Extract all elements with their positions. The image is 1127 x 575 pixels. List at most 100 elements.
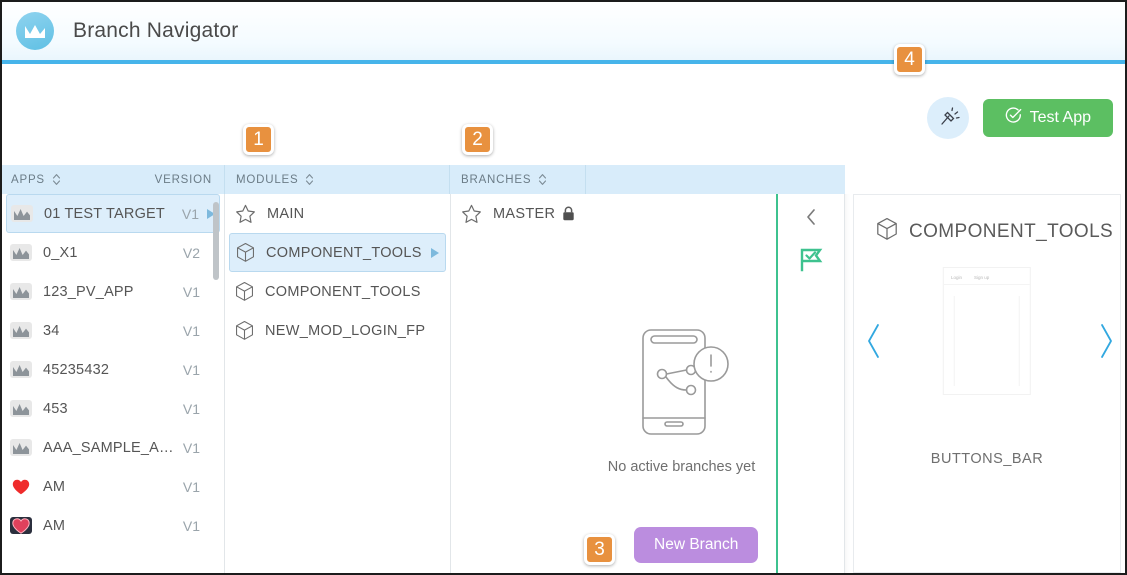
- app-version: V1: [182, 322, 200, 339]
- screen-thumbnail[interactable]: Login Sign up: [943, 267, 1031, 395]
- callout-badge-4: 4: [894, 44, 925, 75]
- module-row[interactable]: NEW_MOD_LOGIN_FP: [225, 311, 450, 350]
- preview-screen-label: BUTTONS_BAR: [930, 451, 1044, 467]
- app-version: V1: [182, 439, 200, 456]
- app-thumb-icon: [10, 361, 32, 378]
- app-thumb-icon: [10, 322, 32, 339]
- sort-updown-icon[interactable]: [305, 173, 314, 186]
- page-title: Branch Navigator: [73, 19, 239, 42]
- app-thumb-icon: [10, 283, 32, 300]
- lock-icon: [562, 206, 575, 221]
- app-name: AM: [43, 478, 66, 495]
- star-icon: [235, 204, 256, 224]
- preview-panel: COMPONENT_TOOLS Login Sign up BUTTONS_BA…: [844, 194, 1125, 573]
- module-name: COMPONENT_TOOLS: [266, 244, 422, 261]
- heart-dark-icon: [10, 517, 32, 534]
- app-row[interactable]: AM V1: [2, 506, 224, 545]
- column-header-apps[interactable]: APPS VERSION: [2, 165, 224, 194]
- modules-column: MAIN COMPONENT_TOOLS COMPONENT_TOOLS NEW_MO…: [224, 194, 450, 573]
- branches-header-label: BRANCHES: [461, 173, 532, 186]
- column-header-modules[interactable]: MODULES: [224, 165, 449, 194]
- module-row[interactable]: COMPONENT_TOOLS: [225, 272, 450, 311]
- module-name: NEW_MOD_LOGIN_FP: [265, 322, 426, 339]
- app-row[interactable]: AAA_SAMPLE_APP V1: [2, 428, 224, 467]
- module-row[interactable]: MAIN: [225, 194, 450, 233]
- side-strip: [776, 194, 844, 573]
- column-header-spacer: [585, 165, 845, 194]
- cube-icon: [236, 242, 255, 263]
- apps-list: 01 TEST TARGET V1 0_X1 V2 123_PV_APP V1 34 V1 45…: [2, 194, 224, 545]
- test-app-button[interactable]: Test App: [982, 99, 1113, 137]
- callout-badge-3: 3: [584, 534, 615, 565]
- preview-screen-thumb[interactable]: Login Sign up BUTTONS_BAR: [931, 267, 1043, 467]
- apps-column: 01 TEST TARGET V1 0_X1 V2 123_PV_APP V1 34 V1 45…: [2, 194, 224, 573]
- modules-list: MAIN COMPONENT_TOOLS COMPONENT_TOOLS NEW_MO…: [225, 194, 450, 350]
- app-header: Branch Navigator: [2, 2, 1125, 60]
- cube-icon: [235, 281, 254, 302]
- check-circle-icon: [1005, 107, 1022, 129]
- app-name: AAA_SAMPLE_APP: [43, 439, 177, 456]
- plug-connector-icon[interactable]: [926, 97, 969, 139]
- app-row[interactable]: 34 V1: [2, 311, 224, 350]
- app-row[interactable]: 123_PV_APP V1: [2, 272, 224, 311]
- module-row-arrow-icon[interactable]: [431, 247, 439, 258]
- apps-header-label: APPS: [11, 173, 45, 186]
- app-name: 453: [43, 400, 68, 417]
- app-name: 45235432: [43, 361, 110, 378]
- apps-scrollbar-thumb[interactable]: [213, 202, 219, 280]
- app-version: V1: [182, 283, 200, 300]
- preview-prev-icon[interactable]: [864, 323, 884, 364]
- thumb-tab-signup: Sign up: [974, 275, 990, 280]
- branch-row[interactable]: MASTER: [451, 194, 587, 233]
- app-version: V1: [182, 517, 200, 534]
- module-row-selected[interactable]: COMPONENT_TOOLS: [229, 233, 446, 272]
- empty-state: No active branches yet: [587, 324, 776, 475]
- empty-state-text: No active branches yet: [607, 459, 756, 475]
- branches-column: MASTER: [450, 194, 587, 573]
- preview-title-row: COMPONENT_TOOLS: [854, 195, 1120, 247]
- app-version: V2: [182, 244, 200, 261]
- app-logo-icon: [16, 12, 54, 50]
- app-thumb-icon: [10, 244, 32, 261]
- flag-check-icon[interactable]: [797, 246, 825, 279]
- callout-badge-1: 1: [243, 124, 274, 155]
- app-thumb-icon: [10, 400, 32, 417]
- phone-branch-alert-icon: [634, 324, 730, 445]
- column-header-branches[interactable]: BRANCHES: [449, 165, 585, 194]
- app-name: 34: [43, 322, 60, 339]
- app-version: V1: [182, 478, 200, 495]
- toolbar: Test App: [926, 97, 1113, 139]
- columns-area: 01 TEST TARGET V1 0_X1 V2 123_PV_APP V1 34 V1 45…: [2, 194, 1125, 573]
- app-name: AM: [43, 517, 66, 534]
- column-headers: APPS VERSION MODULES BRANCHES: [2, 165, 845, 194]
- heart-icon: [10, 478, 32, 495]
- sort-updown-icon[interactable]: [538, 173, 547, 186]
- thumb-tabs: Login Sign up: [944, 268, 1030, 285]
- app-version: V1: [182, 361, 200, 378]
- app-row[interactable]: 0_X1 V2: [2, 233, 224, 272]
- app-name: 01 TEST TARGET: [44, 205, 165, 222]
- chevron-left-icon[interactable]: [804, 208, 818, 231]
- app-row[interactable]: AM V1: [2, 467, 224, 506]
- cube-icon: [235, 320, 254, 341]
- modules-header-label: MODULES: [236, 173, 299, 186]
- apps-scrollbar-track[interactable]: [213, 197, 222, 570]
- new-branch-button[interactable]: New Branch: [634, 527, 759, 563]
- star-icon: [461, 204, 482, 224]
- callout-badge-2: 2: [462, 124, 493, 155]
- app-row[interactable]: 45235432 V1: [2, 350, 224, 389]
- version-header-label: VERSION: [154, 173, 212, 186]
- app-thumb-icon: [11, 205, 33, 222]
- app-version: V1: [182, 400, 200, 417]
- thumb-tab-login: Login: [951, 275, 963, 280]
- app-row-selected[interactable]: 01 TEST TARGET V1: [6, 194, 220, 233]
- sort-updown-icon[interactable]: [52, 173, 61, 186]
- cube-icon: [876, 217, 898, 247]
- app-version: V1: [181, 205, 199, 222]
- module-name: MAIN: [267, 205, 305, 222]
- preview-title: COMPONENT_TOOLS: [909, 221, 1114, 242]
- test-app-label: Test App: [1029, 109, 1091, 126]
- branch-name: MASTER: [493, 205, 556, 222]
- preview-next-icon[interactable]: [1096, 323, 1116, 364]
- app-row[interactable]: 453 V1: [2, 389, 224, 428]
